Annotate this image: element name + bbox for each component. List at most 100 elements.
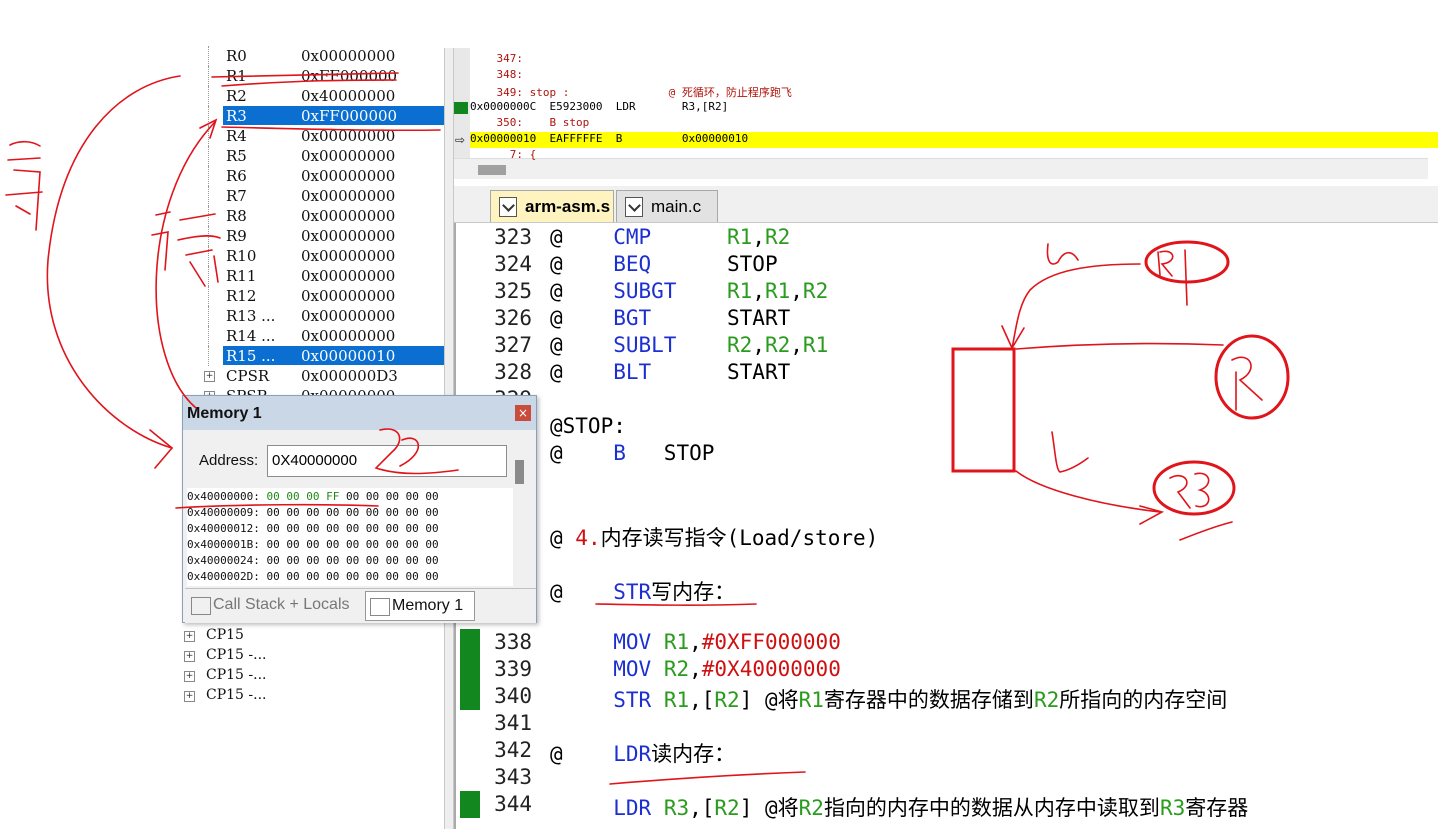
code-line[interactable]: @ B STOP <box>550 441 714 465</box>
tree-line <box>208 86 209 106</box>
code-line[interactable]: @STOP: <box>550 414 626 438</box>
register-value[interactable]: 0x00000000 <box>301 207 395 225</box>
tree-line <box>208 306 209 326</box>
code-line[interactable]: @ 4.内存读写指令(Load/store) <box>550 522 878 552</box>
vscroll-thumb[interactable] <box>515 460 524 484</box>
register-value[interactable]: 0x00000000 <box>301 227 395 245</box>
register-name: R11 <box>226 267 257 285</box>
register-value[interactable]: 0x000000D3 <box>301 367 398 385</box>
address-input[interactable]: 0X40000000 <box>267 445 507 477</box>
close-icon[interactable]: × <box>515 405 531 421</box>
tree-line <box>208 106 209 126</box>
register-name: R4 <box>226 127 247 145</box>
memory-vscrollbar[interactable] <box>513 456 525 586</box>
register-row[interactable]: R5 0x00000000 <box>180 146 444 166</box>
code-line[interactable]: STR R1,[R2] @将R1寄存器中的数据存储到R2所指向的内存空间 <box>550 684 1227 714</box>
register-row[interactable]: R7 0x00000000 <box>180 186 444 206</box>
code-editor[interactable]: 3233243253263273283293303313323333343353… <box>454 223 1438 829</box>
code-line[interactable]: MOV R1,#0XFF000000 <box>550 630 841 654</box>
disasm-line[interactable]: 0x0000000C E5923000 LDR R3,[R2] <box>470 100 1438 116</box>
expand-icon[interactable]: + <box>204 371 215 382</box>
memory-row[interactable]: 0x40000009: 00 00 00 00 00 00 00 00 00 <box>187 506 439 519</box>
register-row[interactable]: R14 ... 0x00000000 <box>180 326 444 346</box>
memory-row[interactable]: 0x40000000: 00 00 00 FF 00 00 00 00 00 <box>187 490 439 503</box>
tab-memory-1[interactable]: Memory 1 <box>365 591 475 621</box>
register-row[interactable]: R10 0x00000000 <box>180 246 444 266</box>
register-row[interactable]: R11 0x00000000 <box>180 266 444 286</box>
memory-row[interactable]: 0x4000002D: 00 00 00 00 00 00 00 00 00 <box>187 570 439 583</box>
register-row[interactable]: R9 0x00000000 <box>180 226 444 246</box>
expand-icon[interactable]: + <box>184 671 195 682</box>
code-line[interactable]: @ BGT START <box>550 306 790 330</box>
register-row[interactable]: R8 0x00000000 <box>180 206 444 226</box>
register-value[interactable]: 0x00000000 <box>301 47 395 65</box>
register-name: R8 <box>226 207 247 225</box>
code-line[interactable]: @ BEQ STOP <box>550 252 778 276</box>
expand-icon[interactable]: + <box>184 631 195 642</box>
tab-main-c[interactable]: main.c <box>616 190 718 222</box>
code-line[interactable]: @ BLT START <box>550 360 790 384</box>
register-value[interactable]: 0x00000000 <box>301 127 395 145</box>
tab-arm-asm[interactable]: arm-asm.s <box>490 190 614 222</box>
cp15-label: CP15 <box>206 627 244 643</box>
register-name: R14 ... <box>226 327 276 345</box>
register-row[interactable]: R0 0x00000000 <box>180 46 444 66</box>
memory-window-tabs: Call Stack + Locals Memory 1 <box>185 588 536 623</box>
memory-row[interactable]: 0x4000001B: 00 00 00 00 00 00 00 00 00 <box>187 538 439 551</box>
code-line[interactable]: @ CMP R1,R2 <box>550 225 790 249</box>
line-number: 323 <box>494 225 532 249</box>
source-line[interactable]: 7: { <box>470 148 1438 164</box>
register-row[interactable]: R13 ... 0x00000000 <box>180 306 444 326</box>
code-line[interactable]: @ SUBGT R1,R1,R2 <box>550 279 828 303</box>
register-value[interactable]: 0x00000000 <box>301 247 395 265</box>
cp15-item[interactable]: + CP15 -... <box>180 646 380 666</box>
memory-window-titlebar[interactable]: Memory 1 × <box>183 396 536 430</box>
register-value[interactable]: 0x00000000 <box>301 307 395 325</box>
register-row[interactable]: R2 0x40000000 <box>180 86 444 106</box>
register-row[interactable]: R6 0x00000000 <box>180 166 444 186</box>
disasm-line[interactable]: 0x00000010 EAFFFFFE B 0x00000010 <box>470 132 1438 148</box>
tab-call-stack-locals[interactable]: Call Stack + Locals <box>187 591 359 619</box>
register-value[interactable]: 0xFF000000 <box>301 67 397 85</box>
cp15-item[interactable]: + CP15 -... <box>180 686 380 706</box>
memory-row[interactable]: 0x40000012: 00 00 00 00 00 00 00 00 00 <box>187 522 439 535</box>
register-value[interactable]: 0x00000000 <box>301 267 395 285</box>
register-value[interactable]: 0x00000000 <box>301 287 395 305</box>
register-row[interactable]: + CPSR 0x000000D3 <box>180 366 444 386</box>
register-value[interactable]: 0x00000000 <box>301 147 395 165</box>
code-line[interactable]: MOV R2,#0X40000000 <box>550 657 841 681</box>
code-line[interactable]: LDR R3,[R2] @将R2指向的内存中的数据从内存中读取到R3寄存器 <box>550 792 1248 822</box>
tree-line <box>208 66 209 86</box>
source-line[interactable]: 349: stop : @ 死循环，防止程序跑飞 <box>470 84 1438 100</box>
expand-icon[interactable]: + <box>184 651 195 662</box>
hscroll-thumb[interactable] <box>478 165 506 175</box>
expand-icon[interactable]: + <box>184 691 195 702</box>
register-value[interactable]: 0x00000000 <box>301 187 395 205</box>
register-row[interactable]: R1 0xFF000000 <box>180 66 444 86</box>
register-value[interactable]: 0x00000000 <box>301 167 395 185</box>
cp15-item[interactable]: + CP15 <box>180 626 380 646</box>
tree-line <box>208 326 209 346</box>
register-row[interactable]: R15 ... 0x00000010 <box>180 346 444 366</box>
register-value[interactable]: 0x40000000 <box>301 87 395 105</box>
executed-line-marker <box>460 683 480 710</box>
register-row[interactable]: R12 0x00000000 <box>180 286 444 306</box>
source-line[interactable]: 347: <box>470 52 1438 68</box>
register-value[interactable]: 0x00000010 <box>301 347 395 365</box>
memory-row[interactable]: 0x40000024: 00 00 00 00 00 00 00 00 00 <box>187 554 439 567</box>
tree-line <box>208 206 209 226</box>
source-line[interactable]: 348: <box>470 68 1438 84</box>
code-line[interactable]: @ LDR读内存： <box>550 738 735 768</box>
register-row[interactable]: R3 0xFF000000 <box>180 106 444 126</box>
register-value[interactable]: 0xFF000000 <box>301 107 397 125</box>
current-pc-arrow-icon: ⇨ <box>455 133 466 147</box>
cp15-item[interactable]: + CP15 -... <box>180 666 380 686</box>
breakpoint-marker[interactable] <box>454 102 468 114</box>
register-value[interactable]: 0x00000000 <box>301 327 395 345</box>
tree-line <box>208 286 209 306</box>
source-line[interactable]: 350: B stop <box>470 116 1438 132</box>
register-name: R6 <box>226 167 247 185</box>
register-row[interactable]: R4 0x00000000 <box>180 126 444 146</box>
code-line[interactable]: @ SUBLT R2,R2,R1 <box>550 333 828 357</box>
code-line[interactable]: @ STR写内存： <box>550 576 735 606</box>
